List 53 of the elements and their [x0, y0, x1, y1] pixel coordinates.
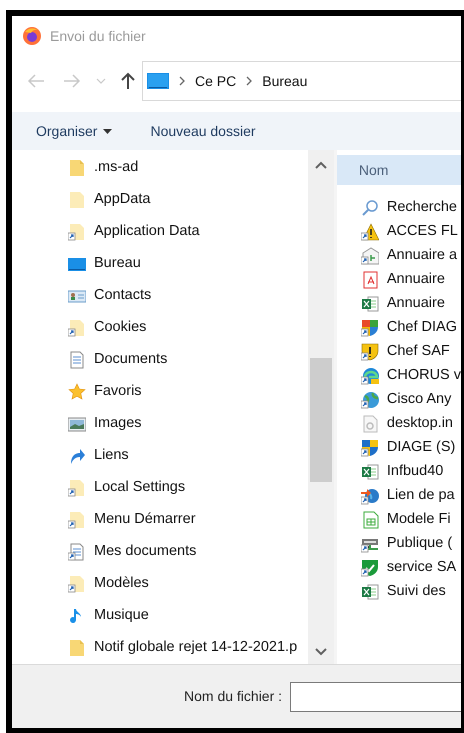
file-name[interactable]: Cookies — [94, 317, 146, 339]
file-name[interactable]: AppData — [94, 189, 150, 211]
scroll-down-icon[interactable] — [315, 648, 328, 656]
breadcrumb-item[interactable]: Bureau — [262, 70, 308, 92]
file-name[interactable]: Lien de pa — [386, 485, 455, 507]
file-name[interactable]: Favoris — [94, 381, 142, 403]
browser-logo-icon — [22, 26, 42, 46]
breadcrumb-item[interactable]: Ce PC — [195, 70, 236, 92]
file-name[interactable]: DIAGE (S) — [386, 437, 456, 459]
file-name[interactable]: Local Settings — [94, 477, 186, 499]
file-name[interactable]: Images — [94, 413, 142, 435]
caret-icon — [103, 128, 112, 134]
file-name[interactable]: Cisco Any — [386, 389, 452, 411]
file-name[interactable]: Bureau — [94, 253, 141, 275]
chevron-down-icon[interactable] — [96, 77, 106, 85]
chevron-right-icon — [246, 76, 252, 86]
file-name[interactable]: Chef SAF — [386, 341, 450, 363]
file-name[interactable]: .ms-ad — [94, 157, 138, 179]
file-name[interactable]: Application Data — [94, 221, 200, 243]
file-name[interactable]: Liens — [94, 445, 129, 467]
file-name[interactable]: Annuaire — [386, 293, 445, 315]
file-name[interactable]: Documents — [94, 349, 168, 371]
file-name-label: Nom du fichier : — [184, 687, 282, 706]
file-name[interactable]: Suivi des — [386, 581, 446, 603]
address-bar[interactable]: Ce PC Bureau — [142, 61, 461, 101]
file-name[interactable]: CHORUS v — [386, 365, 461, 387]
file-name[interactable]: Chef DIAG — [386, 317, 457, 339]
up-arrow-icon[interactable] — [120, 72, 136, 90]
scrollbar-thumb[interactable] — [310, 358, 332, 482]
file-name[interactable]: Publique ( — [386, 533, 452, 555]
file-name[interactable]: Recherche — [386, 197, 457, 219]
file-name[interactable]: Menu Démarrer — [94, 509, 196, 531]
desktop-icon — [147, 72, 169, 90]
window-title: Envoi du fichier — [50, 26, 146, 46]
file-name[interactable]: Infbud40 — [386, 461, 444, 483]
file-name[interactable]: Modele Fi — [386, 509, 451, 531]
chevron-right-icon — [179, 76, 185, 86]
file-name[interactable]: Musique — [94, 605, 149, 627]
file-name[interactable]: Annuaire a — [386, 245, 458, 267]
file-name[interactable]: service SA — [386, 557, 456, 579]
name-column-header[interactable]: Nom — [336, 155, 461, 185]
file-name[interactable]: Mes documents — [94, 541, 196, 563]
file-name[interactable]: desktop.in — [386, 413, 453, 435]
file-name-field[interactable] — [290, 682, 461, 712]
file-name[interactable]: Notif globale rejet 14-12-2021.p — [94, 637, 298, 659]
scrollbar[interactable] — [308, 150, 334, 664]
file-name[interactable]: ACCES FL — [386, 221, 458, 243]
new-folder-button[interactable]: Nouveau dossier — [150, 120, 256, 142]
organize-button[interactable]: Organiser — [36, 120, 112, 142]
file-name[interactable]: Contacts — [94, 285, 152, 307]
file-name[interactable]: Modèles — [94, 573, 149, 595]
file-name[interactable]: Annuaire — [386, 269, 445, 291]
scroll-up-icon[interactable] — [315, 161, 328, 169]
